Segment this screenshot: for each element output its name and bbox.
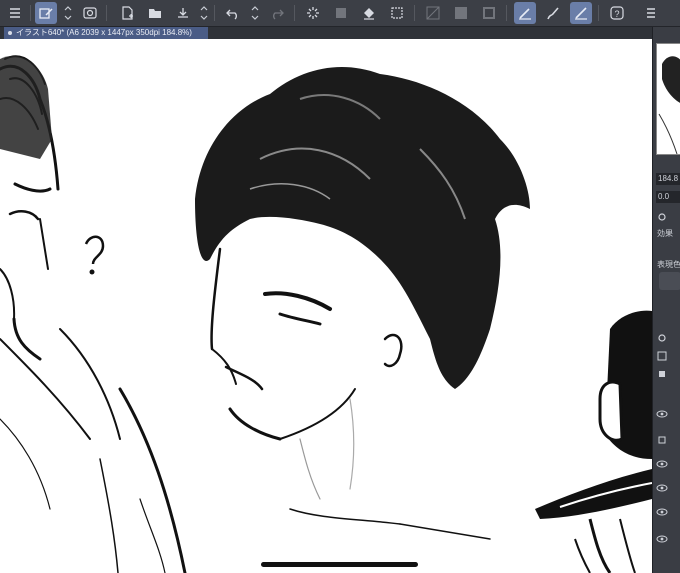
ruler-icon[interactable]: [478, 2, 500, 24]
new-file-icon[interactable]: [116, 2, 138, 24]
layer-edit-icon[interactable]: [35, 2, 57, 24]
illustration-sketch: [0, 55, 652, 573]
eye-icon[interactable]: [655, 532, 669, 546]
close-tab-icon[interactable]: [8, 30, 12, 35]
rotation-field[interactable]: 0.0: [656, 191, 680, 203]
effect-label: 効果: [657, 229, 673, 238]
eye-icon[interactable]: [655, 457, 669, 471]
stepper-icon[interactable]: [63, 3, 73, 23]
eye-icon[interactable]: [655, 505, 669, 519]
help-icon[interactable]: ?: [606, 2, 628, 24]
layer-mask-icon[interactable]: [655, 349, 669, 363]
loading-icon[interactable]: [302, 2, 324, 24]
svg-text:?: ?: [614, 9, 619, 19]
open-folder-icon[interactable]: [144, 2, 166, 24]
brush-icon[interactable]: [542, 2, 564, 24]
layer-settings-icon[interactable]: [655, 331, 669, 345]
pen-icon[interactable]: [514, 2, 536, 24]
redo-icon[interactable]: [266, 2, 288, 24]
document-title: イラスト640* (A6 2039 x 1447px 350dpi 184.8%…: [16, 28, 192, 37]
clear-icon[interactable]: [330, 2, 352, 24]
layer-hidden-icon[interactable]: [655, 433, 669, 447]
drawing-canvas[interactable]: [0, 39, 652, 573]
transform-icon[interactable]: [386, 2, 408, 24]
layer-lock-icon[interactable]: [655, 367, 669, 381]
layer-visibility-icon[interactable]: [79, 2, 101, 24]
eye-icon[interactable]: [655, 407, 669, 421]
home-indicator[interactable]: [261, 562, 418, 567]
panel-menu-icon[interactable]: [640, 2, 662, 24]
eye-icon[interactable]: [655, 481, 669, 495]
expression-color-label: 表現色: [657, 260, 680, 269]
save-icon[interactable]: [172, 2, 194, 24]
navigator-preview: [658, 56, 680, 154]
document-tab-bar: イラスト640* (A6 2039 x 1447px 350dpi 184.8%…: [0, 27, 652, 39]
stepper-icon[interactable]: [250, 3, 260, 23]
color-mode-button[interactable]: [659, 272, 680, 290]
menu-icon[interactable]: [4, 2, 26, 24]
right-palette: 184.8 0.0 効果 表現色: [652, 27, 680, 573]
undo-icon[interactable]: [222, 2, 244, 24]
zoom-field[interactable]: 184.8: [656, 173, 680, 185]
document-tab[interactable]: イラスト640* (A6 2039 x 1447px 350dpi 184.8%…: [4, 27, 208, 39]
settings-icon[interactable]: [655, 210, 669, 224]
fill-icon[interactable]: [358, 2, 380, 24]
navigator-thumbnail[interactable]: [656, 43, 680, 155]
grid-icon[interactable]: [422, 2, 444, 24]
mask-icon[interactable]: [450, 2, 472, 24]
line-icon[interactable]: [570, 2, 592, 24]
top-toolbar: ?: [0, 0, 680, 27]
stepper-icon[interactable]: [199, 3, 209, 23]
